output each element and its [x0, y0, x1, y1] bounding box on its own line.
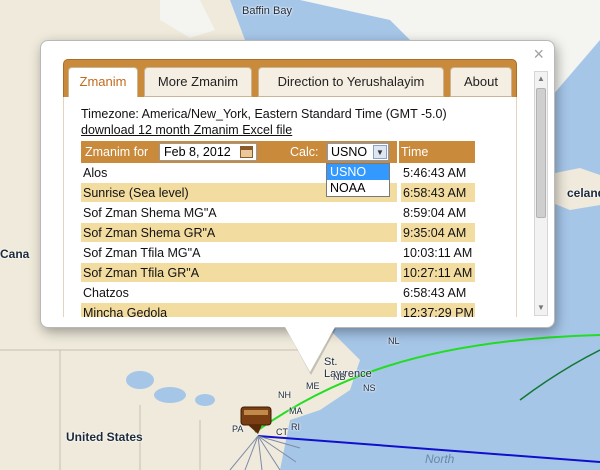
zman-name: Chatzos — [83, 286, 129, 300]
map-label-ns: NS — [363, 383, 376, 393]
table-row: Sunrise (Sea level) 6:58:43 AM — [81, 183, 475, 203]
chevron-down-icon[interactable]: ▼ — [373, 145, 387, 159]
popup-content: Zmanim More Zmanim Direction to Yerushal… — [63, 59, 517, 317]
date-value: Feb 8, 2012 — [164, 145, 231, 159]
zman-name: Sof Zman Shema MG"A — [83, 206, 217, 220]
calendar-icon[interactable] — [240, 146, 253, 158]
table-row: Sof Zman Shema GR"A 9:35:04 AM — [81, 223, 475, 243]
calc-option-usno[interactable]: USNO — [327, 164, 389, 180]
table-row: Chatzos 6:58:43 AM — [81, 283, 475, 303]
table-row: Sof Zman Tfila MG"A 10:03:11 AM — [81, 243, 475, 263]
map-label-north-atlantic: North — [425, 452, 455, 466]
date-input[interactable]: Feb 8, 2012 — [159, 143, 257, 161]
calc-option-noaa[interactable]: NOAA — [327, 180, 389, 196]
table-row: Sof Zman Shema MG"A 8:59:04 AM — [81, 203, 475, 223]
table-row: Alos 5:46:43 AM — [81, 163, 475, 183]
header-divider — [397, 141, 399, 163]
map-label-canada: Cana — [0, 247, 30, 261]
tab-more-zmanim[interactable]: More Zmanim — [144, 67, 252, 97]
calc-selected-value: USNO — [331, 145, 368, 159]
zman-time: 12:37:29 PM — [401, 303, 475, 317]
scroll-up-icon[interactable]: ▲ — [535, 72, 547, 86]
zman-time: 10:27:11 AM — [401, 263, 475, 282]
download-excel-link[interactable]: download 12 month Zmanim Excel file — [81, 123, 292, 137]
map-label-ma: MA — [289, 406, 303, 416]
calc-label: Calc: — [290, 145, 319, 159]
zmanim-panel: Timezone: America/New_York, Eastern Stan… — [63, 97, 517, 317]
zmanim-for-label: Zmanim for — [85, 145, 149, 159]
map-label-united-states: United States — [66, 430, 143, 444]
close-icon[interactable]: × — [533, 45, 544, 63]
zman-name: Mincha Gedola — [81, 303, 397, 317]
tab-zmanim[interactable]: Zmanim — [68, 67, 138, 98]
scrollbar-thumb[interactable] — [536, 88, 546, 218]
zman-time: 5:46:43 AM — [403, 166, 467, 180]
timezone-text: Timezone: America/New_York, Eastern Stan… — [81, 107, 447, 121]
zman-time: 6:58:43 AM — [401, 183, 475, 202]
map-label-me: ME — [306, 381, 320, 391]
tab-about[interactable]: About — [450, 67, 512, 97]
time-column-header: Time — [401, 145, 429, 159]
tab-direction-yerushalayim[interactable]: Direction to Yerushalayim — [258, 67, 444, 97]
zman-name: Sof Zman Tfila MG"A — [83, 246, 201, 260]
zman-time: 9:35:04 AM — [401, 223, 475, 242]
popup-tail — [285, 327, 335, 372]
zmanim-header: Zmanim for Feb 8, 2012 Calc: USNO ▼ Time — [81, 141, 475, 163]
map-label-ct: CT — [276, 427, 288, 437]
calc-select[interactable]: USNO ▼ — [327, 143, 389, 161]
zman-time: 8:59:04 AM — [403, 206, 467, 220]
zman-time: 6:58:43 AM — [403, 286, 467, 300]
table-row: Mincha Gedola 12:37:29 PM — [81, 303, 475, 317]
map-label-pa: PA — [232, 424, 244, 434]
map-label-nl: NL — [388, 336, 400, 346]
table-row: Sof Zman Tfila GR"A 10:27:11 AM — [81, 263, 475, 283]
map-label-ri: RI — [291, 422, 300, 432]
zmanim-table: Alos 5:46:43 AM Sunrise (Sea level) 6:58:4… — [81, 163, 475, 317]
scroll-down-icon[interactable]: ▼ — [535, 301, 547, 315]
zman-time: 10:03:11 AM — [403, 246, 473, 260]
map-label-iceland: celand — [567, 186, 600, 200]
calc-dropdown-list: USNO NOAA — [326, 163, 390, 197]
map-label-baffin-bay: Baffin Bay — [242, 5, 292, 17]
popup-scrollbar[interactable]: ▲ ▼ — [534, 71, 548, 316]
zman-name: Sof Zman Tfila GR"A — [81, 263, 397, 282]
map-label-nh: NH — [278, 390, 291, 400]
info-popup: × Zmanim More Zmanim Direction to Yerush… — [40, 40, 555, 328]
zman-name: Sof Zman Shema GR"A — [81, 223, 397, 242]
